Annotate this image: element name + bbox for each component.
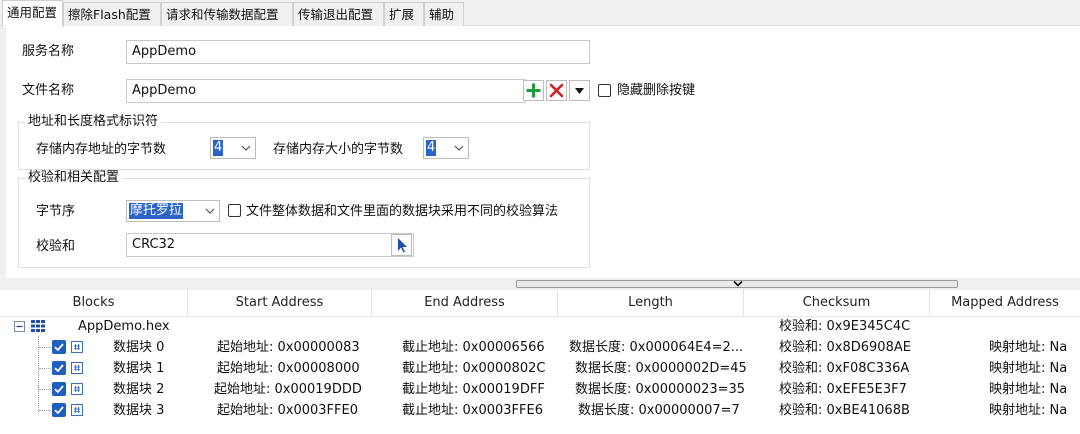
checksum-pick-button[interactable]	[391, 234, 412, 256]
splitter-handle[interactable]	[516, 280, 958, 288]
table-row[interactable]: 数据块 3 起始地址: 0x0003FFE0 截止地址: 0x0003FFE6 …	[0, 400, 1080, 421]
block-name: 数据块 1	[113, 361, 165, 376]
block-name: 数据块 3	[113, 403, 165, 418]
table-row[interactable]: 数据块 1 起始地址: 0x00008000 截止地址: 0x0000802C …	[0, 358, 1080, 379]
block-checksum: 校验和: 0x8D6908AE	[779, 340, 911, 355]
block-mapped-address: 映射地址: Na	[989, 361, 1068, 376]
block-checksum: 校验和: 0xEFE5E3F7	[779, 382, 907, 397]
addr-bytes-value: 4	[213, 140, 224, 156]
addr-bytes-select[interactable]: 4	[210, 137, 256, 159]
column-header-blocks[interactable]: Blocks	[0, 290, 188, 316]
tab-general[interactable]: 通用配置	[2, 0, 63, 27]
table-row[interactable]: 数据块 2 起始地址: 0x00019DDD 截止地址: 0x00019DFF …	[0, 379, 1080, 400]
block-name: 数据块 0	[113, 340, 165, 355]
column-header-checksum[interactable]: Checksum	[744, 290, 930, 316]
blocks-tree-table: Blocks Start Address End Address Length …	[0, 290, 1080, 434]
checkbox-checked-icon[interactable]	[52, 403, 66, 417]
block-start-address: 起始地址: 0x00000083	[217, 340, 360, 355]
block-length: 数据长度: 0x00000023=35	[575, 382, 746, 397]
byte-order-select[interactable]: 摩托罗拉	[126, 200, 220, 222]
byte-order-value: 摩托罗拉	[129, 203, 184, 219]
size-bytes-value: 4	[426, 140, 437, 156]
block-end-address: 截止地址: 0x0003FFE6	[402, 403, 544, 418]
tab-bar: 通用配置 擦除Flash配置 请求和传输数据配置 传输退出配置 扩展 辅助	[0, 0, 1080, 27]
plus-icon	[526, 83, 541, 98]
block-end-address: 截止地址: 0x00006566	[402, 340, 545, 355]
block-length: 数据长度: 0x0000002D=45	[575, 361, 747, 376]
checksum-label: 校验和	[36, 239, 76, 254]
tab-extension[interactable]: 扩展	[384, 2, 424, 26]
column-header-length[interactable]: Length	[558, 290, 744, 316]
tab-erase-flash[interactable]: 擦除Flash配置	[63, 2, 161, 26]
block-end-address: 截止地址: 0x00019DFF	[402, 382, 545, 397]
block-mapped-address: 映射地址: Na	[989, 382, 1068, 397]
checkbox-checked-icon[interactable]	[52, 382, 66, 396]
block-start-address: 起始地址: 0x00019DDD	[214, 382, 362, 397]
cursor-arrow-icon	[398, 238, 407, 253]
hex-file-icon	[71, 341, 83, 353]
tab-request-transfer[interactable]: 请求和传输数据配置	[161, 2, 293, 26]
root-checksum: 校验和: 0x9E345C4C	[779, 319, 911, 334]
dropdown-arrow-icon	[575, 88, 584, 94]
file-name-input[interactable]: AppDemo	[126, 79, 526, 103]
service-name-input[interactable]: AppDemo	[126, 40, 590, 64]
hex-file-icon	[71, 383, 83, 395]
column-header-mapped-address[interactable]: Mapped Address	[930, 290, 1080, 316]
block-checksum: 校验和: 0xF08C336A	[779, 361, 910, 376]
hide-delete-checkbox[interactable]	[598, 84, 611, 97]
block-end-address: 截止地址: 0x0000802C	[402, 361, 546, 376]
chevron-down-icon	[241, 145, 251, 151]
block-checksum: 校验和: 0xBE41068B	[779, 403, 910, 418]
diff-algo-label: 文件整体数据和文件里面的数据块采用不同的校验算法	[246, 204, 559, 219]
block-name: 数据块 2	[113, 382, 165, 397]
column-header-end-address[interactable]: End Address	[372, 290, 558, 316]
service-name-label: 服务名称	[22, 44, 75, 59]
root-file-name: AppDemo.hex	[78, 319, 170, 334]
hex-file-icon	[71, 404, 83, 416]
checkbox-checked-icon[interactable]	[52, 361, 66, 375]
block-mapped-address: 映射地址: Na	[989, 403, 1068, 418]
tab-transfer-exit[interactable]: 传输退出配置	[293, 2, 384, 26]
checksum-legend: 校验和相关配置	[25, 170, 123, 186]
grid-icon	[31, 320, 45, 332]
checksum-input[interactable]: CRC32	[126, 233, 414, 257]
block-length: 数据长度: 0x00000007=7	[578, 403, 740, 418]
byte-order-label: 字节序	[36, 204, 76, 219]
delete-icon	[549, 83, 564, 98]
hide-delete-label: 隐藏删除按键	[617, 83, 696, 98]
general-config-panel: 服务名称 AppDemo 文件名称 AppDemo 隐藏删除按键 地址和长度格式…	[6, 26, 1080, 278]
addr-length-legend: 地址和长度格式标识符	[25, 114, 162, 130]
size-bytes-label: 存储内存大小的字节数	[273, 142, 404, 157]
block-start-address: 起始地址: 0x0003FFE0	[217, 403, 359, 418]
addr-bytes-label: 存储内存地址的字节数	[36, 142, 167, 157]
file-dropdown-button[interactable]	[569, 80, 590, 101]
checkbox-checked-icon[interactable]	[52, 340, 66, 354]
chevron-down-icon	[454, 145, 464, 151]
block-start-address: 起始地址: 0x00008000	[217, 361, 360, 376]
column-header-start-address[interactable]: Start Address	[188, 290, 372, 316]
tree-root-row[interactable]: AppDemo.hex 校验和: 0x9E345C4C	[0, 316, 1080, 337]
chevron-down-icon	[205, 208, 215, 214]
block-mapped-address: 映射地址: Na	[989, 340, 1068, 355]
tab-auxiliary[interactable]: 辅助	[424, 2, 464, 26]
diff-algo-checkbox[interactable]	[228, 204, 241, 217]
table-row[interactable]: 数据块 0 起始地址: 0x00000083 截止地址: 0x00006566 …	[0, 337, 1080, 358]
size-bytes-select[interactable]: 4	[423, 137, 469, 159]
add-file-button[interactable]	[523, 80, 544, 101]
delete-file-button[interactable]	[546, 80, 567, 101]
hex-file-icon	[71, 362, 83, 374]
chevron-down-icon	[733, 280, 743, 287]
collapse-icon[interactable]	[14, 321, 25, 332]
file-name-label: 文件名称	[22, 83, 75, 98]
block-length: 数据长度: 0x000064E4=2...	[569, 340, 744, 355]
